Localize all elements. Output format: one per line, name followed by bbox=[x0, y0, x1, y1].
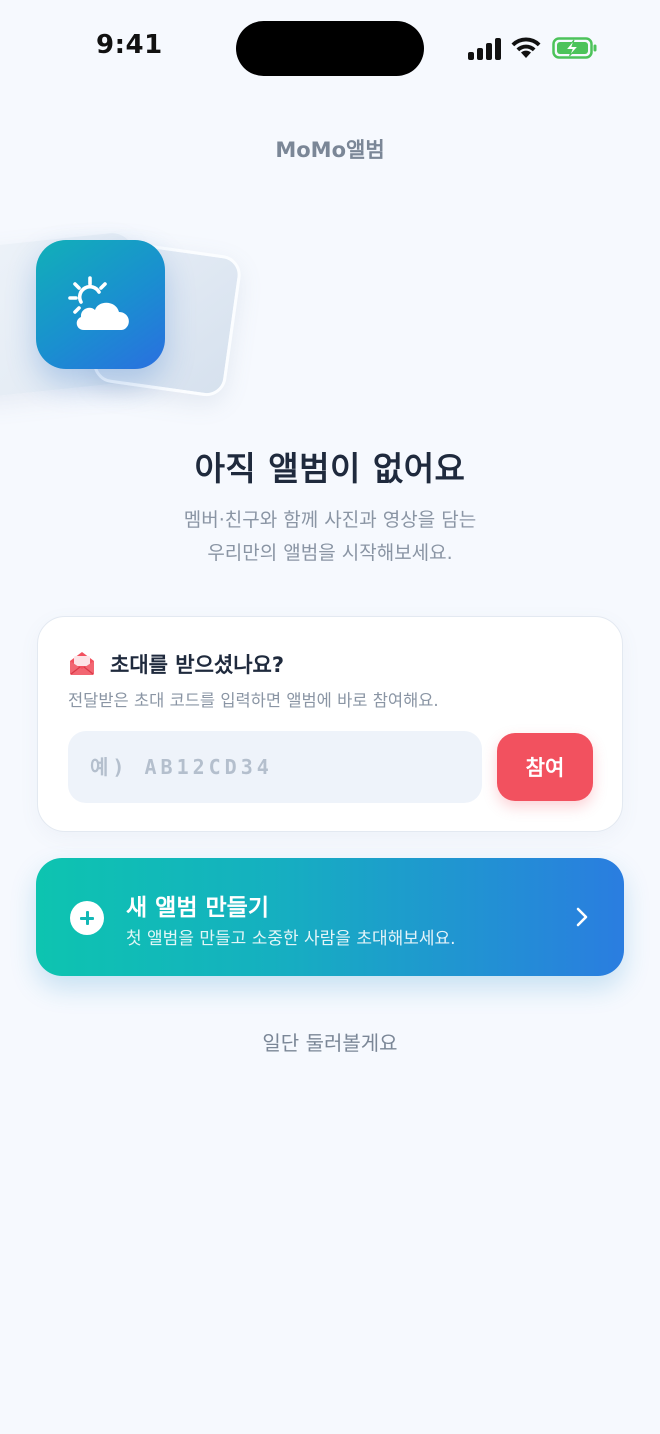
invite-title: 초대를 받으셨나요? bbox=[110, 653, 285, 677]
envelope-open-icon bbox=[70, 652, 94, 675]
cellular-signal-icon bbox=[468, 38, 502, 60]
empty-state-description: 멤버·친구와 함께 사진과 영상을 담는 우리만의 앨범을 시작해보세요. bbox=[0, 504, 660, 570]
status-time: 9:41 bbox=[96, 30, 163, 60]
invite-description: 전달받은 초대 코드를 입력하면 앨범에 바로 참여해요. bbox=[68, 691, 439, 710]
invite-card: 초대를 받으셨나요? 전달받은 초대 코드를 입력하면 앨범에 바로 참여해요.… bbox=[37, 616, 623, 832]
create-album-button[interactable]: 새 앨범 만들기 첫 앨범을 만들고 소중한 사람을 초대해보세요. bbox=[36, 858, 624, 976]
chevron-right-icon bbox=[576, 907, 588, 927]
app-logo bbox=[36, 240, 165, 369]
browse-later-link[interactable]: 일단 둘러볼게요 bbox=[0, 1027, 660, 1056]
empty-state-desc-line: 우리만의 앨범을 시작해보세요. bbox=[207, 542, 453, 564]
join-button[interactable]: 참여 bbox=[497, 733, 593, 801]
app-title: MoMo앨범 bbox=[275, 138, 385, 162]
sun-cloud-icon bbox=[68, 276, 129, 330]
create-album-title: 새 앨범 만들기 bbox=[126, 895, 269, 921]
status-bar: 9:41 bbox=[0, 0, 660, 96]
empty-state-title: 아직 앨범이 없어요 bbox=[194, 449, 466, 488]
wifi-icon bbox=[511, 37, 541, 58]
battery-charging-icon bbox=[552, 37, 597, 59]
create-album-description: 첫 앨범을 만들고 소중한 사람을 초대해보세요. bbox=[126, 929, 456, 949]
empty-state-desc-line: 멤버·친구와 함께 사진과 영상을 담는 bbox=[183, 509, 477, 531]
invite-code-input[interactable] bbox=[68, 731, 482, 803]
dynamic-island bbox=[236, 21, 424, 76]
plus-circle-icon bbox=[70, 901, 104, 935]
